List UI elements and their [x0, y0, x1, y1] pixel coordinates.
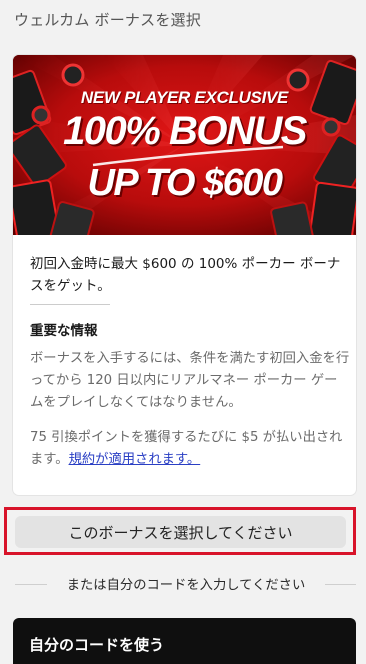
page-title: ウェルカム ボーナスを選択: [14, 11, 201, 29]
banner-line-1: NEW PLAYER EXCLUSIVE: [80, 88, 289, 107]
terms-apply-link[interactable]: 規約が適用されます。: [69, 452, 201, 467]
use-own-code-label: 自分のコードを使う: [29, 636, 165, 654]
important-info-text: ボーナスを入手するには、条件を満たす初回入金を行ってから 120 日以内にリアル…: [30, 351, 350, 410]
or-separator: または自分のコードを入力してください: [13, 574, 356, 594]
separator-line-left: [15, 584, 47, 585]
bonus-card: NEW PLAYER EXCLUSIVE 100% BONUS UP TO $6…: [13, 55, 356, 495]
select-bonus-button[interactable]: このボーナスを選択してください: [15, 516, 346, 548]
banner-text-overlay: NEW PLAYER EXCLUSIVE 100% BONUS UP TO $6…: [13, 55, 356, 235]
separator-line-right: [325, 584, 356, 585]
redemption-points-text: 75 引換ポイントを獲得するたびに $5 が払い出されます。規約が適用されます。: [30, 427, 350, 471]
select-bonus-highlight: このボーナスを選択してください: [4, 507, 356, 555]
bonus-description: 初回入金時に最大 $600 の 100% ポーカー ボーナスをゲット。: [30, 256, 341, 294]
use-own-code-button[interactable]: 自分のコードを使う: [13, 618, 356, 664]
important-info-heading: 重要な情報: [30, 323, 98, 339]
banner-line-2: 100% BONUS: [63, 109, 307, 153]
bonus-banner-image: NEW PLAYER EXCLUSIVE 100% BONUS UP TO $6…: [13, 55, 356, 235]
banner-line-3: UP TO $600: [87, 162, 283, 204]
welcome-bonus-page: ウェルカム ボーナスを選択 NEW PLAYER EXCLUSIVE 100% …: [0, 0, 366, 664]
divider: [30, 304, 110, 305]
or-enter-code-text: または自分のコードを入力してください: [66, 578, 306, 593]
